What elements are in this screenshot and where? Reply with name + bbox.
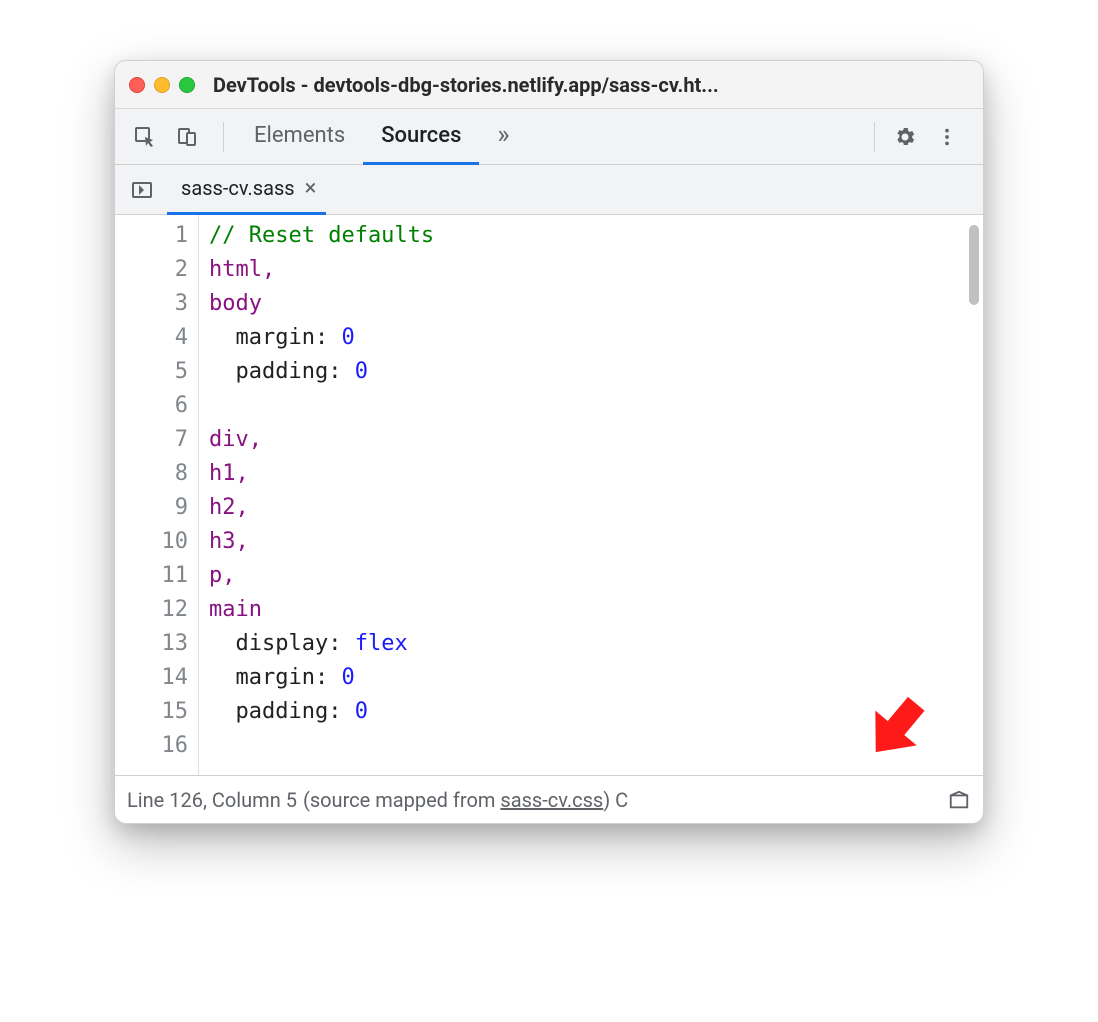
more-tabs-icon[interactable]: » [479,109,527,165]
code-line[interactable]: p, [209,559,983,593]
code-line[interactable] [209,389,983,423]
zoom-window-button[interactable] [179,77,195,93]
navigator-toggle-icon[interactable] [123,171,161,209]
settings-gear-icon[interactable] [887,119,923,155]
window-titlebar: DevTools - devtools-dbg-stories.netlify.… [115,61,983,109]
line-number: 10 [115,525,188,559]
code-line[interactable]: margin: 0 [209,321,983,355]
line-number: 5 [115,355,188,389]
status-bar: Line 126, Column 5 (source mapped from s… [115,775,983,823]
code-line[interactable]: html, [209,253,983,287]
line-number: 11 [115,559,188,593]
code-line[interactable]: main [209,593,983,627]
inspect-element-icon[interactable] [127,119,163,155]
line-gutter: 12345678910111213141516 [115,215,199,775]
line-number: 13 [115,627,188,661]
file-tab-label: sass-cv.sass [181,176,295,200]
scrollbar-thumb[interactable] [969,225,979,305]
cursor-position: Line 126, Column 5 [127,788,297,812]
devtools-window: DevTools - devtools-dbg-stories.netlify.… [114,60,984,824]
code-content[interactable]: // Reset defaultshtml,body margin: 0 pad… [199,215,983,775]
source-map-link[interactable]: sass-cv.css [500,788,603,812]
separator [874,122,875,152]
minimize-window-button[interactable] [154,77,170,93]
close-tab-icon[interactable]: × [305,176,317,201]
line-number: 7 [115,423,188,457]
line-number: 4 [115,321,188,355]
line-number: 14 [115,661,188,695]
code-line[interactable]: div, [209,423,983,457]
code-line[interactable]: margin: 0 [209,661,983,695]
code-line[interactable]: h3, [209,525,983,559]
window-title: DevTools - devtools-dbg-stories.netlify.… [213,73,969,97]
code-line[interactable]: // Reset defaults [209,219,983,253]
code-line[interactable]: padding: 0 [209,355,983,389]
line-number: 1 [115,219,188,253]
code-line[interactable]: padding: 0 [209,695,983,729]
line-number: 15 [115,695,188,729]
code-editor[interactable]: 12345678910111213141516 // Reset default… [115,215,983,775]
line-number: 3 [115,287,188,321]
separator [223,122,224,152]
kebab-menu-icon[interactable] [929,119,965,155]
close-window-button[interactable] [129,77,145,93]
file-tab-bar: sass-cv.sass × [115,165,983,215]
code-line[interactable] [209,729,983,763]
line-number: 9 [115,491,188,525]
device-toggle-icon[interactable] [169,119,205,155]
line-number: 8 [115,457,188,491]
show-console-icon[interactable] [945,786,973,814]
main-toolbar: Elements Sources » [115,109,983,165]
mapped-suffix: ) C [603,788,628,812]
code-line[interactable]: h1, [209,457,983,491]
code-line[interactable]: h2, [209,491,983,525]
tab-sources[interactable]: Sources [363,109,479,165]
code-line[interactable]: display: flex [209,627,983,661]
traffic-lights [129,77,195,93]
source-map-info: (source mapped from sass-cv.css) C [303,788,628,812]
tab-elements[interactable]: Elements [236,109,363,165]
line-number: 12 [115,593,188,627]
line-number: 16 [115,729,188,763]
line-number: 2 [115,253,188,287]
line-number: 6 [115,389,188,423]
code-line[interactable]: body [209,287,983,321]
mapped-prefix: (source mapped from [303,788,500,812]
file-tab-sass-cv[interactable]: sass-cv.sass × [167,165,326,215]
